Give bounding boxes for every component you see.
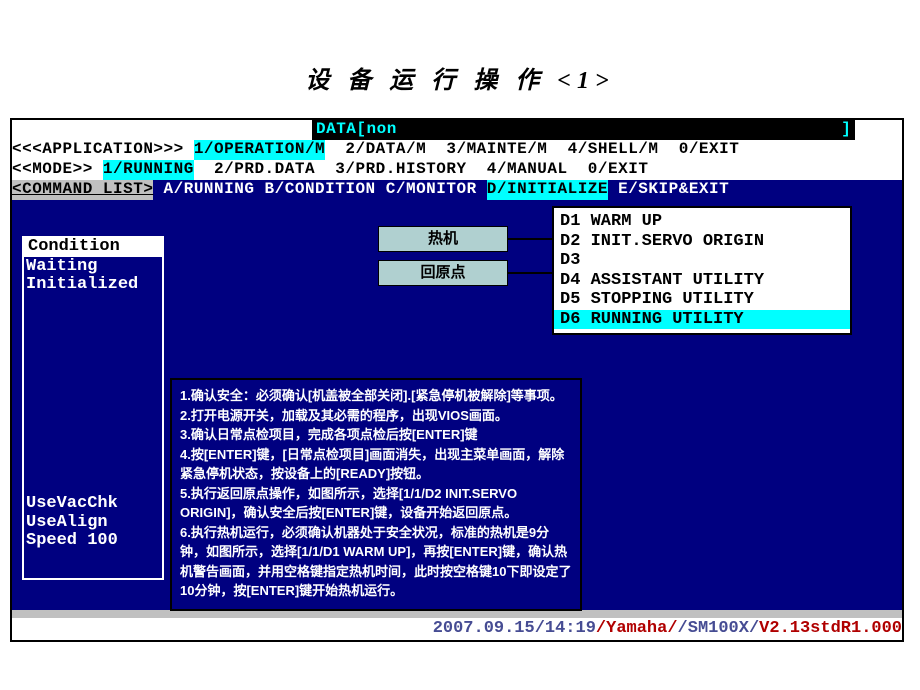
command-label: <COMMAND LIST> xyxy=(12,180,153,200)
application-row: <<<APPLICATION>>> 1/OPERATION/M 2/DATA/M… xyxy=(12,140,902,160)
mode-rest: 2/PRD.DATA 3/PRD.HISTORY 4/MANUAL 0/EXIT xyxy=(194,160,649,180)
page-title: 设 备 运 行 操 作 <1> xyxy=(0,0,920,113)
status-datetime: 2007.09.15/14:19 xyxy=(433,620,596,639)
application-rest: 2/DATA/M 3/MAINTE/M 4/SHELL/M 0/EXIT xyxy=(325,140,739,160)
status-vendor: /Yamaha/ xyxy=(596,620,678,639)
condition-line: Speed 100 xyxy=(26,532,160,551)
menu-item-d2[interactable]: D2 INIT.SERVO ORIGIN xyxy=(560,232,844,252)
application-label: <<<APPLICATION>>> xyxy=(12,140,194,160)
condition-line: UseVacChk xyxy=(26,495,160,514)
initialize-menu[interactable]: D1 WARM UP D2 INIT.SERVO ORIGIN D3 D4 AS… xyxy=(552,206,852,335)
condition-line: Waiting xyxy=(26,258,160,277)
condition-panel: Condition Waiting Initialized UseVacChk … xyxy=(22,236,164,580)
status-version: V2.13stdR1.000 xyxy=(759,620,902,639)
popup-origin-button[interactable]: 回原点 xyxy=(378,260,508,286)
status-bar: 2007.09.15/14:19 /Yamaha/ /SM100X/ V2.13… xyxy=(12,618,902,640)
menu-item-d1[interactable]: D1 WARM UP xyxy=(560,212,844,232)
terminal-window: DATA[non ] <<<APPLICATION>>> 1/OPERATION… xyxy=(10,118,904,642)
application-selected[interactable]: 1/OPERATION/M xyxy=(194,140,325,160)
status-model: /SM100X/ xyxy=(678,620,760,639)
popup-warmup-button[interactable]: 热机 xyxy=(378,226,508,252)
data-row: DATA[non ] xyxy=(12,120,902,140)
menu-item-d4[interactable]: D4 ASSISTANT UTILITY xyxy=(560,271,844,291)
command-after: E/SKIP&EXIT xyxy=(608,180,729,200)
command-before: A/RUNNING B/CONDITION C/MONITOR xyxy=(153,180,486,200)
menu-item-d3[interactable]: D3 xyxy=(560,251,844,271)
condition-line: UseAlign xyxy=(26,514,160,533)
condition-head: Condition xyxy=(24,238,162,257)
frame-strip xyxy=(12,610,902,618)
condition-line: Initialized xyxy=(26,276,160,295)
instructions-block: 1.确认安全：必须确认[机盖被全部关闭].[紧急停机被解除]等事项。 2.打开电… xyxy=(170,378,582,611)
command-row: <COMMAND LIST> A/RUNNING B/CONDITION C/M… xyxy=(12,180,902,200)
terminal-body: Condition Waiting Initialized UseVacChk … xyxy=(12,200,902,610)
data-caption: DATA[non ] xyxy=(312,120,855,140)
menu-item-d5[interactable]: D5 STOPPING UTILITY xyxy=(560,290,844,310)
mode-row: <<MODE>> 1/RUNNING 2/PRD.DATA 3/PRD.HIST… xyxy=(12,160,902,180)
mode-selected[interactable]: 1/RUNNING xyxy=(103,160,194,180)
mode-label: <<MODE>> xyxy=(12,160,103,180)
command-selected[interactable]: D/INITIALIZE xyxy=(487,180,608,200)
menu-item-d6[interactable]: D6 RUNNING UTILITY xyxy=(554,310,850,330)
